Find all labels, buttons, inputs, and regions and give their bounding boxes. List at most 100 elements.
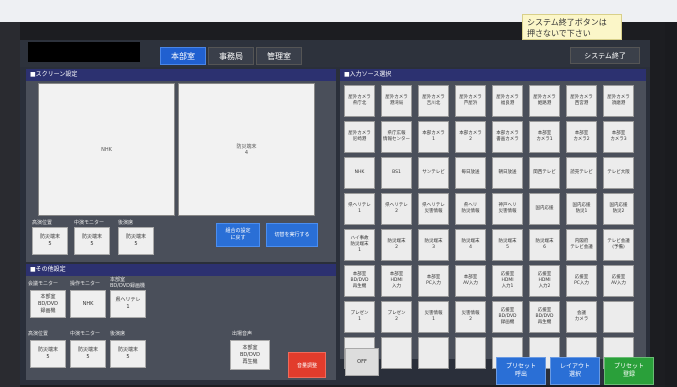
source-button[interactable]: プレゼン 2 xyxy=(381,301,412,333)
source-button[interactable]: 防災端末 5 xyxy=(492,229,523,261)
source-button[interactable]: 内閣府 テレビ会議 xyxy=(566,229,597,261)
other-button-terminal-1[interactable]: 防災端末 5 xyxy=(30,340,66,368)
reset-settings-button[interactable]: 組合の設定 に戻す xyxy=(216,223,260,247)
label-rear: 後演席 xyxy=(118,220,134,226)
source-button[interactable]: 会議 カメラ xyxy=(566,301,597,333)
source-button[interactable]: 本部室 PC入力 xyxy=(418,265,449,297)
screen-src-button-1[interactable]: 防災端末 5 xyxy=(32,227,68,255)
source-button[interactable]: テレビ会議 (予備) xyxy=(603,229,634,261)
bezel-right xyxy=(665,22,677,387)
source-button[interactable]: 国内応援 防災1 xyxy=(566,193,597,225)
source-button[interactable]: 本部室 HDMI 入力 xyxy=(381,265,412,297)
source-button[interactable]: 神戸ヘリ 災害情報 xyxy=(492,193,523,225)
source-button[interactable]: 屋外カメラ 須磨港 xyxy=(603,85,634,117)
source-button[interactable]: 防災端末 4 xyxy=(455,229,486,261)
source-select-header: ■入力ソース選択 xyxy=(340,69,646,81)
source-button[interactable]: 県ヘリ 防災情報 xyxy=(455,193,486,225)
preset-call-button[interactable]: プリセット 呼出 xyxy=(496,357,546,385)
label-rear-2: 後演席 xyxy=(110,331,126,337)
other-button-heli[interactable]: 県ヘリテレ 1 xyxy=(110,290,146,318)
tab-kanri[interactable]: 管理室 xyxy=(256,47,302,65)
source-select-panel: ■入力ソース選択 屋外カメラ 県庁北 屋外カメラ 港湾局 屋外カメラ 吉川北 屋外カメ… xyxy=(340,69,646,369)
bezel-left xyxy=(0,22,20,387)
source-button[interactable]: 県ヘリテレ 1 xyxy=(344,193,375,225)
label-recorder: 本部室 BD/DVD録画機 xyxy=(110,277,145,289)
other-button-nhk[interactable]: NHK xyxy=(70,290,106,318)
source-button[interactable]: 県庁広報 情報センター xyxy=(381,121,412,153)
source-button[interactable]: 防災端末 2 xyxy=(381,229,412,261)
source-button[interactable]: 応援室 HDMI 入力2 xyxy=(529,265,560,297)
touch-screen: 本部室 事務局 管理室 システム終了 ■スクリーン設定 NHK 防災端末 4 高… xyxy=(20,40,654,385)
source-button[interactable]: 応援室 AV入力 xyxy=(603,265,634,297)
source-button[interactable]: 応援室 BD/DVD 録画機 xyxy=(492,301,523,333)
off-button[interactable]: OFF xyxy=(345,348,379,376)
apply-switch-button[interactable]: 切替を実行する xyxy=(266,223,318,247)
source-button[interactable]: 応援室 HDMI 入力1 xyxy=(492,265,523,297)
source-button[interactable] xyxy=(418,337,449,369)
audio-source-button[interactable]: 本部室 BD/DVD 再生機 xyxy=(230,340,270,370)
screen-src-button-3[interactable]: 防災端末 5 xyxy=(118,227,154,255)
top-bar: 本部室 事務局 管理室 システム終了 xyxy=(20,40,650,67)
other-settings-panel: ■その他設定 会議モニター 操作モニター 本部室 BD/DVD録画機 本部室 B… xyxy=(26,264,336,380)
source-button[interactable]: 屋外カメラ 港湾局 xyxy=(381,85,412,117)
source-button[interactable]: 国内応援 xyxy=(529,193,560,225)
screen-settings-panel: ■スクリーン設定 NHK 防災端末 4 高演位置 中演モニター 後演席 防災端末… xyxy=(26,69,336,262)
label-audio: 出場音声 xyxy=(232,331,253,337)
source-button[interactable]: サンテレビ xyxy=(418,157,449,189)
system-end-button[interactable]: システム終了 xyxy=(570,47,640,64)
source-button[interactable]: 本部室 カメラ1 xyxy=(529,121,560,153)
source-button[interactable]: 防災端末 3 xyxy=(418,229,449,261)
preview-left[interactable]: NHK xyxy=(38,83,175,216)
source-button[interactable]: 国内応援 防災2 xyxy=(603,193,634,225)
source-button[interactable] xyxy=(455,337,486,369)
source-button[interactable]: 災害情報 2 xyxy=(455,301,486,333)
tab-honbu[interactable]: 本部室 xyxy=(160,47,206,65)
source-button[interactable]: 屋外カメラ 西宮港 xyxy=(566,85,597,117)
source-button[interactable]: 読売テレビ xyxy=(566,157,597,189)
tab-jimukyoku[interactable]: 事務局 xyxy=(208,47,254,65)
source-button[interactable]: 屋外カメラ 芦屋浜 xyxy=(455,85,486,117)
source-button[interactable]: 県ヘリテレ 災害情報 xyxy=(418,193,449,225)
layout-select-button[interactable]: レイアウト 選択 xyxy=(550,357,600,385)
source-button[interactable]: 屋外カメラ 尼崎港 xyxy=(344,121,375,153)
source-button[interactable] xyxy=(603,301,634,333)
preset-save-button[interactable]: プリセット 登録 xyxy=(604,357,654,385)
source-button[interactable]: 本部室 BD/DVD 再生機 xyxy=(344,265,375,297)
label-presenter-2: 高演位置 xyxy=(28,331,49,337)
screen-src-button-2[interactable]: 防災端末 5 xyxy=(74,227,110,255)
source-button[interactable]: 毎日放送 xyxy=(455,157,486,189)
source-button[interactable]: プレゼン 1 xyxy=(344,301,375,333)
source-button[interactable]: 応援室 PC入力 xyxy=(566,265,597,297)
source-button[interactable]: 本部室 カメラ3 xyxy=(603,121,634,153)
source-button[interactable]: 関西テレビ xyxy=(529,157,560,189)
volume-adjust-button[interactable]: 音量調整 xyxy=(288,352,326,378)
source-button[interactable]: 応援室 BD/DVD 再生機 xyxy=(529,301,560,333)
label-mid-monitor-2: 中演モニター xyxy=(70,331,101,337)
source-button[interactable]: 屋外カメラ 吉川北 xyxy=(418,85,449,117)
other-button-terminal-2[interactable]: 防災端末 5 xyxy=(70,340,106,368)
source-button[interactable]: テレビ大阪 xyxy=(603,157,634,189)
source-button[interactable]: 屋外カメラ 県庁北 xyxy=(344,85,375,117)
source-button[interactable]: 本部カメラ 書画カメラ xyxy=(492,121,523,153)
source-button[interactable]: 本部カメラ 1 xyxy=(418,121,449,153)
source-button[interactable]: 本部室 カメラ2 xyxy=(566,121,597,153)
other-button-terminal-3[interactable]: 防災端末 5 xyxy=(110,340,146,368)
source-button[interactable]: 本部室 AV入力 xyxy=(455,265,486,297)
source-button[interactable]: 屋外カメラ 姫路港 xyxy=(529,85,560,117)
source-button[interactable]: NHK xyxy=(344,157,375,189)
other-button-recorder[interactable]: 本部室 BD/DVD 録画機 xyxy=(30,290,66,318)
other-settings-header: ■その他設定 xyxy=(26,264,336,276)
screen-settings-header: ■スクリーン設定 xyxy=(26,69,336,81)
source-button[interactable]: BS1 xyxy=(381,157,412,189)
source-button[interactable]: 本部カメラ 2 xyxy=(455,121,486,153)
preview-right[interactable]: 防災端末 4 xyxy=(178,83,315,216)
source-button[interactable] xyxy=(381,337,412,369)
source-button[interactable]: 防災端末 6 xyxy=(529,229,560,261)
source-button[interactable]: 朝日放送 xyxy=(492,157,523,189)
source-button[interactable]: 災害情報 1 xyxy=(418,301,449,333)
label-operation-monitor: 操作モニター xyxy=(70,281,101,287)
source-button[interactable]: 県ヘリテレ 2 xyxy=(381,193,412,225)
source-button[interactable]: 屋外カメラ 福良港 xyxy=(492,85,523,117)
source-button[interactable]: ハイ事故 防災端末 1 xyxy=(344,229,375,261)
warning-sticky-note: システム終了ボタンは 押さないで下さい xyxy=(522,14,622,40)
